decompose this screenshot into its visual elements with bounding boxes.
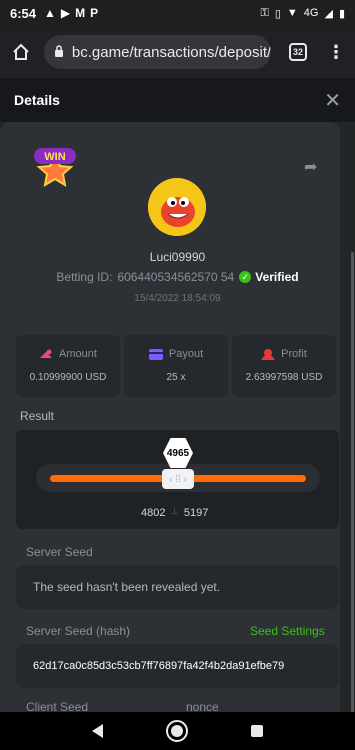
lock-icon — [54, 44, 64, 61]
browser-bar: bc.game/transactions/deposit/ 32 ⋮ — [0, 26, 355, 78]
close-icon[interactable]: ✕ — [324, 88, 341, 113]
server-seed-label: Server Seed — [26, 545, 93, 559]
network-label: 4G — [303, 7, 319, 19]
stat-profit-value: 2.63997598 USD — [245, 372, 323, 383]
wifi-icon: ▼ — [286, 7, 298, 19]
screen: 6:54 ▲ ▶ M P ⚿ ▯ ▼ 4G ◢ ▮ bc.game/transa… — [0, 0, 355, 750]
coins-icon — [40, 349, 53, 358]
share-icon[interactable]: ➦ — [304, 157, 317, 177]
details-panel: WIN ➦ Luci09990 Betting ID: 606440534562… — [0, 122, 355, 722]
status-right: ⚿ ▯ ▼ 4G ◢ ▮ — [260, 7, 345, 20]
home-button-icon[interactable] — [165, 720, 188, 742]
betting-id-value: 606440534562570 54 — [117, 270, 235, 284]
system-nav-bar — [0, 712, 355, 750]
range-separator-icon: ┴ — [171, 508, 178, 518]
result-slider-handle[interactable]: ‹ ⁞⁞ › — [162, 469, 194, 489]
card-icon — [148, 348, 163, 360]
page-title: Details — [14, 92, 60, 108]
mail-icon: M — [75, 6, 86, 20]
stat-payout-label-row: Payout — [124, 348, 228, 360]
stat-amount-label-row: Amount — [16, 348, 120, 360]
win-badge: WIN — [34, 148, 76, 187]
seed-settings-link[interactable]: Seed Settings — [250, 624, 325, 638]
overflow-menu-icon[interactable]: ⋮ — [327, 43, 345, 61]
bet-date: 15/4/2022 18:54:09 — [134, 293, 221, 304]
url-bar[interactable]: bc.game/transactions/deposit/ — [43, 35, 272, 69]
stat-payout: Payout 25 x — [124, 335, 228, 397]
recent-apps-icon[interactable] — [251, 725, 264, 737]
stat-payout-label: Payout — [168, 348, 204, 360]
result-range-high: 5197 — [183, 507, 209, 519]
verified-badge: ✓ Verified — [239, 270, 299, 284]
result-label: Result — [20, 409, 55, 423]
server-seed-hash-field[interactable]: 62d17ca0c85d3c53cb7ff76897fa42f4b2da91ef… — [16, 644, 339, 688]
scrollbar[interactable] — [351, 252, 354, 722]
vibrate-icon: ▯ — [274, 7, 281, 20]
result-range: 4802 ┴ 5197 — [141, 507, 208, 519]
betting-id-row: Betting ID: 606440534562570 54 ✓ Verifie… — [0, 270, 355, 284]
result-box: ‹ ⁞⁞ › 4965 4802 ┴ 5197 — [16, 430, 339, 529]
bet-card: WIN ➦ Luci09990 Betting ID: 606440534562… — [0, 122, 340, 722]
signal-icon: ◢ — [324, 7, 333, 20]
win-badge-text: WIN — [44, 151, 65, 163]
stat-profit-label-row: Profit — [232, 348, 336, 360]
server-seed-field: The seed hasn't been revealed yet. — [16, 565, 339, 609]
avatar — [148, 178, 206, 236]
stat-amount: Amount 0.10999900 USD — [16, 335, 120, 397]
details-header: Details ✕ — [0, 78, 355, 122]
tab-switcher-button[interactable]: 32 — [289, 43, 307, 61]
back-icon[interactable] — [91, 724, 103, 738]
status-time: 6:54 — [10, 5, 37, 21]
verified-label: Verified — [255, 270, 299, 284]
profit-icon — [261, 348, 276, 360]
stat-profit: Profit 2.63997598 USD — [232, 335, 336, 397]
home-icon[interactable] — [10, 41, 32, 63]
server-seed-hash-label: Server Seed (hash) — [26, 624, 131, 638]
status-bar: 6:54 ▲ ▶ M P ⚿ ▯ ▼ 4G ◢ ▮ — [0, 0, 355, 26]
warning-icon: ▲ — [44, 6, 56, 20]
stat-profit-label: Profit — [281, 348, 307, 360]
url-text: bc.game/transactions/deposit/ — [71, 43, 272, 61]
betting-id-label: Betting ID: — [56, 270, 113, 284]
play-icon: ▶ — [60, 6, 71, 20]
stat-amount-label: Amount — [59, 348, 97, 360]
app-icon: P — [90, 6, 99, 20]
stat-amount-value: 0.10999900 USD — [29, 372, 107, 383]
stat-payout-value: 25 x — [166, 372, 186, 383]
check-shield-icon: ✓ — [239, 271, 252, 283]
key-icon: ⚿ — [260, 6, 269, 19]
battery-icon: ▮ — [338, 7, 345, 20]
result-range-low: 4802 — [141, 507, 166, 519]
username: Luci09990 — [149, 250, 206, 264]
